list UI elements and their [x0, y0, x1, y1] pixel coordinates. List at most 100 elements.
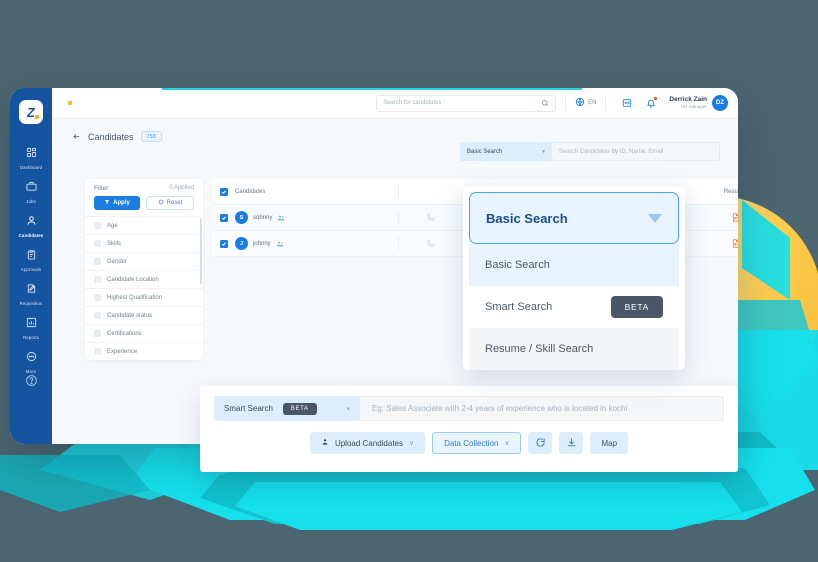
checkbox[interactable] [94, 294, 101, 301]
filter-item-candidate-status[interactable]: Candidate status [85, 306, 203, 324]
data-collection-button[interactable]: Data Collection ∨ [432, 432, 522, 454]
dropdown-option-label: Smart Search [485, 301, 553, 313]
apply-button-label: Apply [113, 200, 130, 206]
checkbox[interactable] [94, 348, 101, 355]
sidebar-item-dashboard[interactable]: Dashboard [10, 140, 52, 174]
language-selector[interactable]: EN [575, 94, 596, 112]
checkbox[interactable] [94, 258, 101, 265]
filter-scrollbar[interactable] [200, 218, 202, 284]
candidate-search-input[interactable]: Search Candidates by ID, Name, Email [552, 142, 720, 161]
user-icon [26, 213, 37, 231]
dropdown-option-smart-search[interactable]: Smart Search BETA [469, 286, 679, 328]
checkbox[interactable] [94, 240, 101, 247]
candidate-initial-avatar: J [235, 237, 248, 250]
map-button[interactable]: Map [590, 432, 629, 454]
smart-search-type-selector[interactable]: Smart Search BETA ▾ [214, 396, 360, 421]
beta-badge: BETA [610, 296, 663, 318]
page-title: Candidates [88, 131, 134, 142]
upload-candidates-label: Upload Candidates [334, 438, 403, 448]
dropdown-option-basic-search[interactable]: Basic Search [469, 244, 679, 286]
more-circle-icon [26, 349, 37, 367]
apply-button[interactable]: Apply [94, 196, 140, 210]
topbar-divider-1 [565, 95, 567, 111]
row-checkbox[interactable] [220, 213, 228, 222]
clipboard-icon [26, 247, 37, 265]
phone-cell[interactable] [399, 235, 461, 253]
checkbox[interactable] [94, 330, 101, 337]
window-top-accent-line [162, 88, 582, 90]
dashboard-icon [26, 145, 37, 163]
people-icon[interactable] [277, 214, 285, 222]
chevron-down-icon: ∨ [504, 440, 510, 447]
apps-grid-icon[interactable] [622, 98, 632, 108]
smart-search-input[interactable]: Eg: Sales Associate with 2-4 years of ex… [360, 396, 724, 421]
filter-label: Age [107, 222, 118, 229]
user-menu[interactable]: Derrick Zain HR Manager DZ [669, 95, 728, 111]
sidebar-label-approvals: Approvals [20, 267, 42, 272]
sidebar-label-dashboard: Dashboard [19, 165, 43, 170]
filter-item-candidate-location[interactable]: Candidate Location [85, 270, 203, 288]
select-all-checkbox[interactable] [220, 187, 228, 196]
app-logo: Z [19, 100, 43, 124]
dropdown-option-label: Resume / Skill Search [485, 343, 594, 355]
filter-item-experience[interactable]: Experience [85, 342, 203, 360]
arrow-left-icon[interactable] [72, 132, 81, 141]
refresh-button[interactable] [528, 432, 553, 454]
dropdown-option-resume-skill-search[interactable]: Resume / Skill Search [469, 328, 679, 370]
candidate-initial-avatar: S [235, 211, 248, 224]
dropdown-selected-option[interactable]: Basic Search [469, 192, 679, 244]
global-search-input[interactable]: Search for candidates [376, 94, 557, 112]
download-button[interactable] [559, 432, 584, 454]
refresh-icon [158, 199, 164, 207]
checkbox[interactable] [94, 312, 101, 319]
search-type-dropdown[interactable]: Basic Search ▾ [460, 142, 552, 161]
topbar: Search for candidates EN Derrick Zain HR… [52, 88, 738, 119]
phone-icon [426, 209, 435, 227]
sidebar-item-jobs[interactable]: Jobs [10, 174, 52, 208]
candidate-name-cell: J johnny [228, 237, 398, 250]
filter-label: Highest Qualification [107, 294, 163, 301]
filter-list: Age Skills Gender Candidate Location Hig… [85, 216, 203, 360]
smart-search-row: Smart Search BETA ▾ Eg: Sales Associate … [214, 396, 724, 421]
reset-button-label: Reset [166, 200, 183, 206]
filter-label: Candidate Location [107, 276, 159, 283]
sidebar-item-approvals[interactable]: Approvals [10, 242, 52, 276]
download-icon [566, 437, 577, 450]
upload-candidates-button[interactable]: Upload Candidates ∨ [309, 432, 426, 454]
column-header-candidates: Candidates [228, 189, 398, 195]
sidebar-label-requisition: Requisition [19, 301, 43, 306]
sidebar-item-help[interactable] [10, 369, 52, 396]
sidebar-label-reports: Reports [22, 335, 40, 340]
reset-button[interactable]: Reset [146, 196, 194, 210]
resume-cell[interactable] [706, 213, 738, 222]
checkbox[interactable] [94, 276, 101, 283]
bell-icon[interactable] [646, 97, 658, 108]
pdf-file-icon [731, 213, 738, 222]
global-search-placeholder: Search for candidates [383, 100, 442, 106]
notification-dot [654, 97, 658, 100]
map-button-label: Map [601, 438, 618, 448]
header-label-resume: Resume [723, 188, 738, 195]
chart-bar-icon [26, 315, 37, 333]
help-circle-icon [25, 374, 38, 392]
phone-icon [426, 235, 435, 253]
sidebar-item-candidates[interactable]: Candidates [10, 208, 52, 242]
people-icon[interactable] [276, 240, 284, 248]
candidate-name-cell: S sohnny [228, 211, 398, 224]
sidebar-item-reports[interactable]: Reports [10, 310, 52, 344]
sidebar-item-requisition[interactable]: Requisition [10, 276, 52, 310]
filter-item-gender[interactable]: Gender [85, 252, 203, 270]
checkbox[interactable] [94, 222, 101, 229]
candidate-search-placeholder: Search Candidates by ID, Name, Email [559, 148, 664, 155]
filter-title: Filter [94, 185, 109, 192]
filter-item-skills[interactable]: Skills [85, 234, 203, 252]
search-type-dropdown-menu: Basic Search Basic Search Smart Search B… [463, 186, 685, 370]
resume-cell[interactable] [706, 239, 738, 248]
row-checkbox[interactable] [220, 239, 228, 248]
filter-item-age[interactable]: Age [85, 216, 203, 234]
phone-cell[interactable] [399, 209, 461, 227]
candidate-name: johnny [253, 240, 271, 247]
search-icon [541, 94, 549, 112]
filter-item-highest-qualification[interactable]: Highest Qualification [85, 288, 203, 306]
filter-item-certifications[interactable]: Certifications [85, 324, 203, 342]
